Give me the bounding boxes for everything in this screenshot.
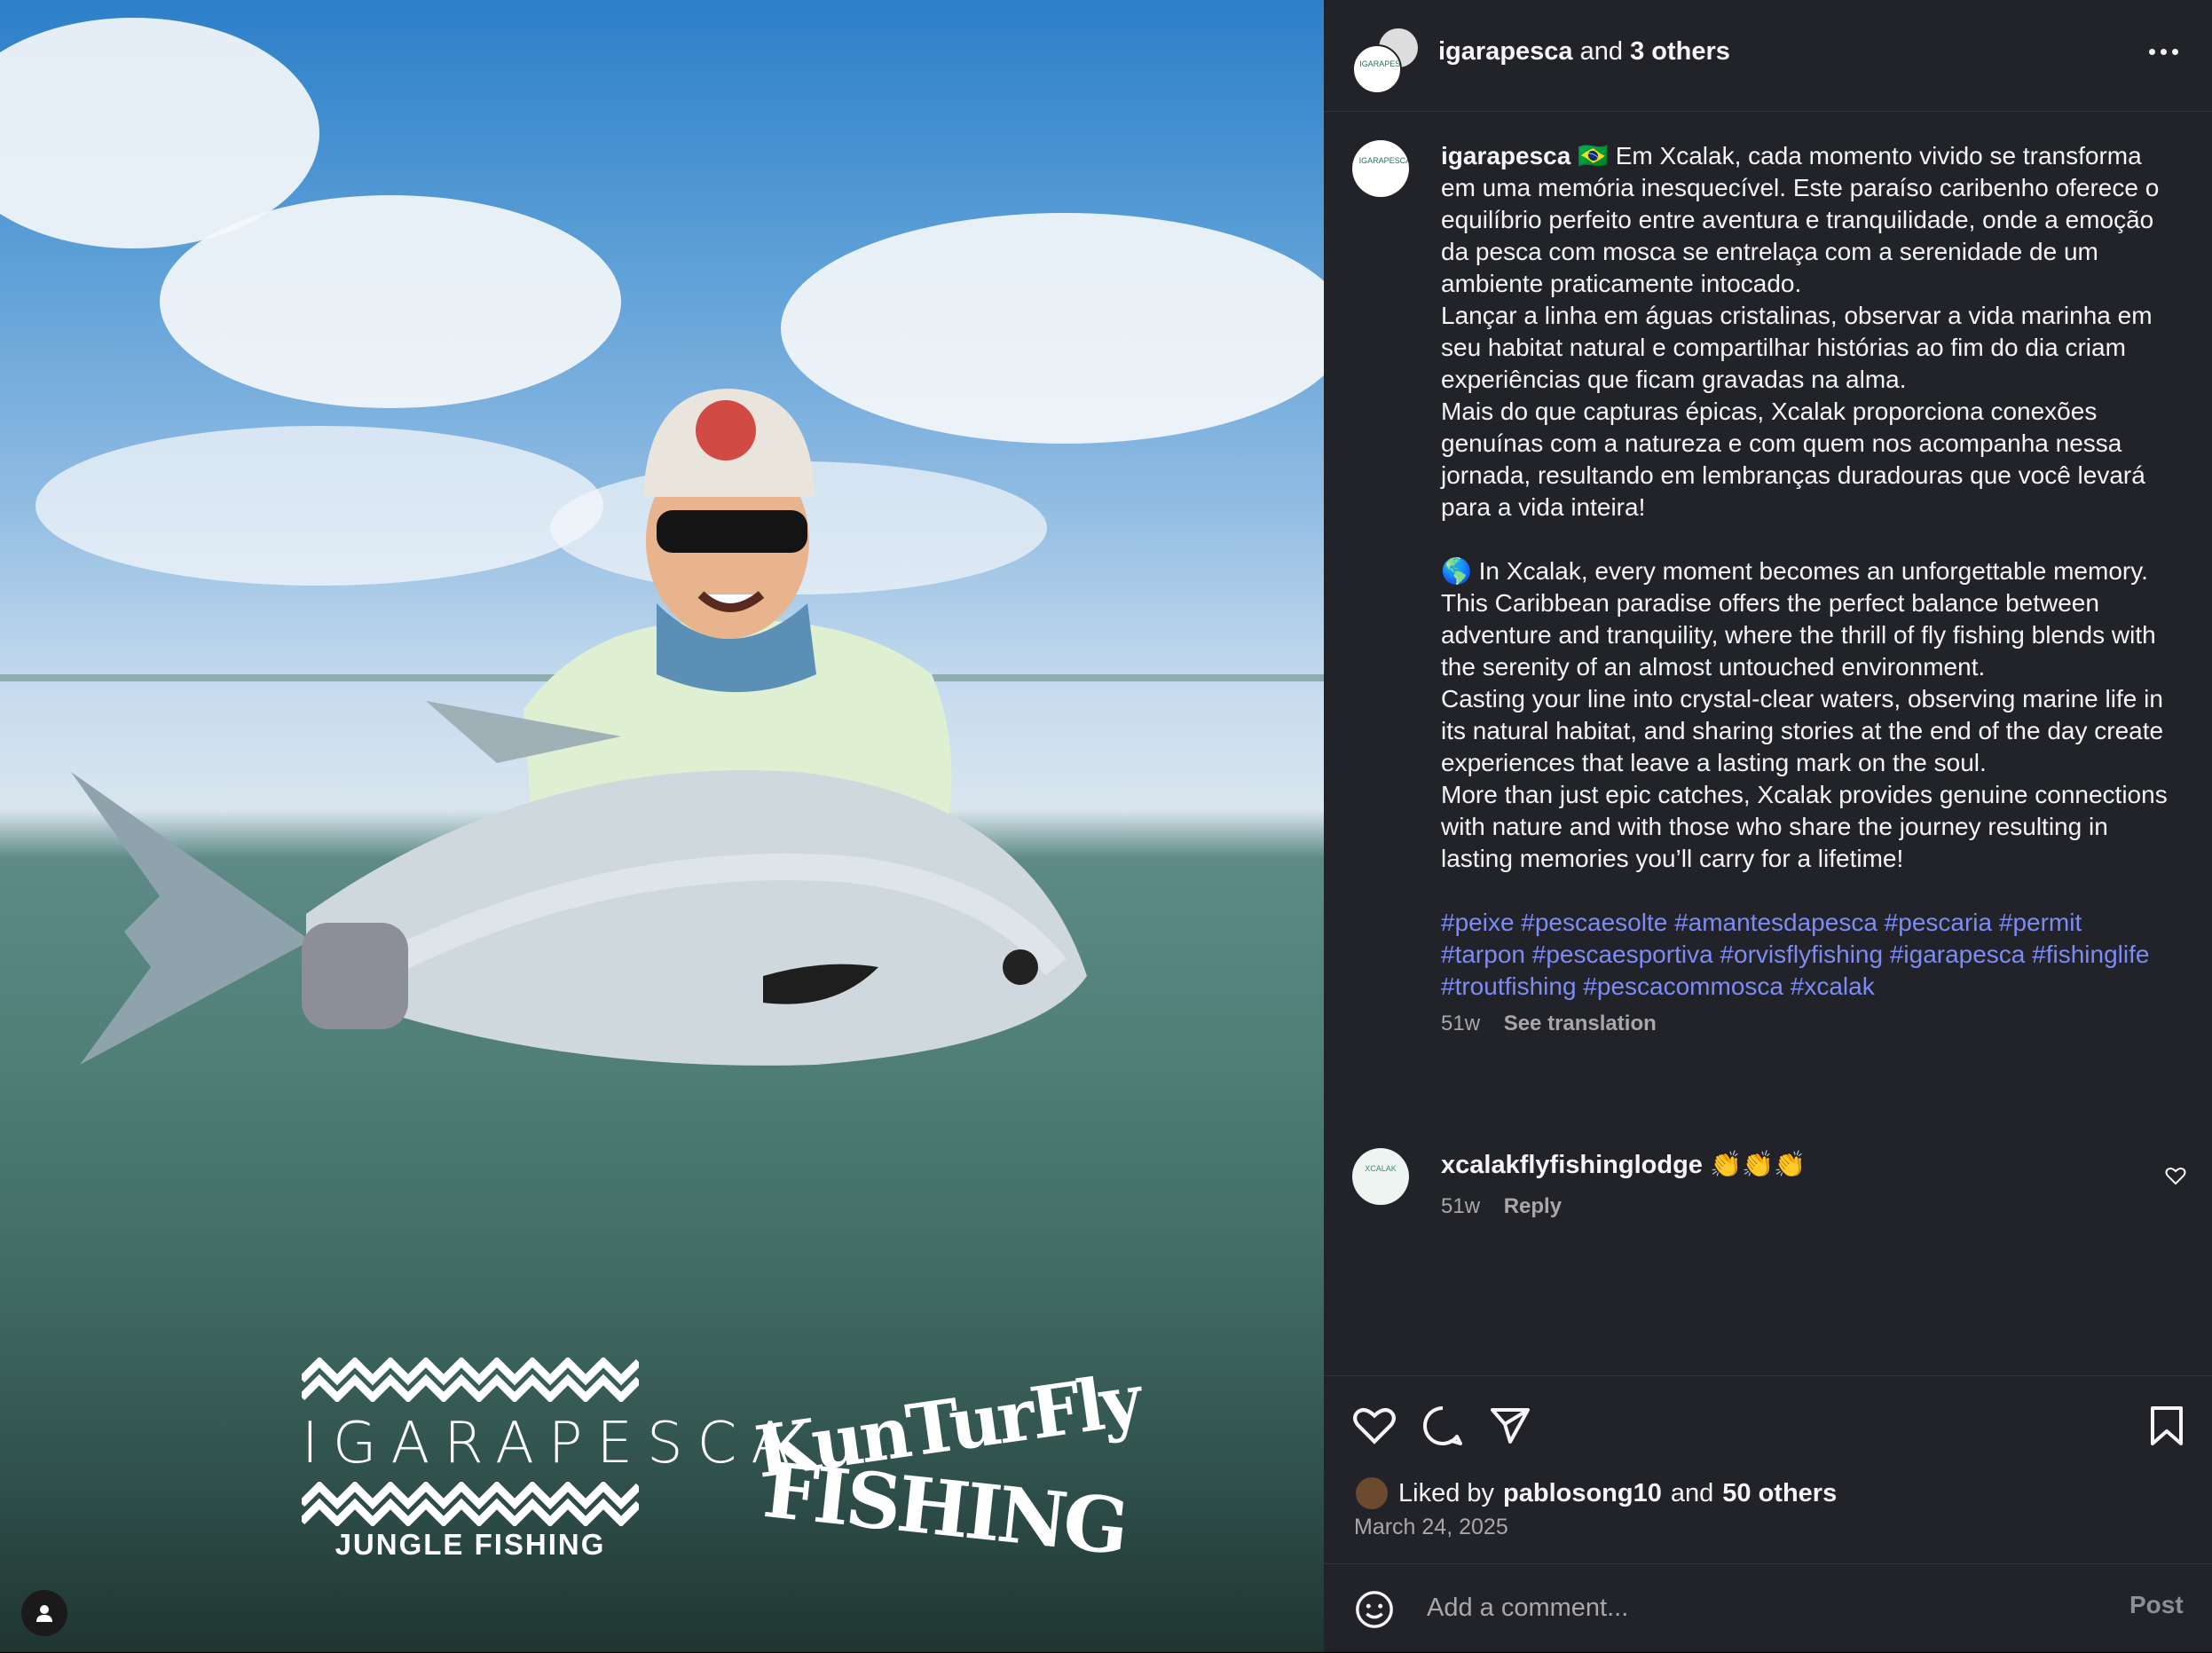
bookmark-icon[interactable]	[2149, 1405, 2184, 1447]
comment-body: xcalakflyfishinglodge 👏👏👏	[1441, 1150, 1806, 1180]
zigzag-decoration	[302, 1482, 639, 1526]
avatar-text: IGARAPESCA	[1358, 156, 1409, 166]
liked-by-username[interactable]: pablosong10	[1503, 1479, 1662, 1508]
caption-paragraph: Mais do que capturas épicas, Xcalak prop…	[1441, 398, 2145, 521]
coauthors-count[interactable]: 3 others	[1630, 37, 1730, 66]
share-icon[interactable]	[1489, 1405, 1531, 1447]
caption-paragraph: More than just epic catches, Xcalak prov…	[1441, 781, 2168, 872]
more-icon[interactable]	[2149, 41, 2184, 62]
caption-hashtags[interactable]: #peixe #pescaesolte #amantesdapesca #pes…	[1441, 907, 2169, 1003]
avatar-text: XCALAK	[1365, 1164, 1397, 1174]
comment-age: 51w	[1441, 1194, 1481, 1218]
reply-button[interactable]: Reply	[1504, 1194, 1562, 1218]
author-avatar[interactable]: IGARAPESCA	[1352, 44, 1402, 94]
comment-like-heart-icon[interactable]	[2165, 1166, 2186, 1185]
post-header: IGARAPESCA igarapesca and 3 others	[1324, 0, 2212, 112]
post-details-panel: IGARAPESCA igarapesca and 3 others IGARA…	[1324, 0, 2212, 1652]
caption-paragraph: igarapesca 🇧🇷 Em Xcalak, cada momento vi…	[1441, 140, 2169, 300]
zigzag-decoration	[302, 1358, 639, 1402]
likes-prefix: Liked by	[1398, 1478, 1495, 1507]
igarapesca-logo: IGARAPESCA JUNGLE FISHING	[302, 1358, 805, 1566]
commenter-username[interactable]: xcalakflyfishinglodge	[1441, 1151, 1703, 1179]
caption-paragraph: 🌎 In Xcalak, every moment becomes an unf…	[1441, 557, 2156, 681]
post-authors[interactable]: igarapesca and 3 others	[1438, 37, 1730, 67]
caption-author-avatar[interactable]: IGARAPESCA	[1352, 140, 1409, 197]
post-media[interactable]: IGARAPESCA JUNGLE FISHING KunTurFly FISH…	[0, 0, 1324, 1652]
see-translation-button[interactable]: See translation	[1504, 1011, 1657, 1035]
caption-paragraph: Casting your line into crystal-clear wat…	[1441, 685, 2164, 776]
heart-icon[interactable]	[1352, 1405, 1397, 1445]
post-caption: igarapesca 🇧🇷 Em Xcalak, cada momento vi…	[1441, 140, 2169, 1040]
add-comment-bar: Post	[1324, 1563, 2212, 1653]
liker-avatar	[1354, 1476, 1389, 1511]
igarapesca-logo-subtitle: JUNGLE FISHING	[335, 1528, 606, 1561]
kuntur-fly-fishing-logo: KunTurFly FISHING	[745, 1349, 1144, 1572]
user-tag-icon[interactable]	[21, 1590, 67, 1636]
emoji-icon[interactable]	[1354, 1589, 1395, 1630]
caption-meta: 51w See translation	[1441, 1008, 2169, 1040]
likes-summary[interactable]: Liked by pablosong10 and 50 others	[1354, 1476, 1837, 1511]
post-date[interactable]: March 24, 2025	[1354, 1515, 1508, 1540]
caption-paragraph: Lançar a linha em águas cristalinas, obs…	[1441, 302, 2153, 393]
author-username[interactable]: igarapesca	[1438, 37, 1573, 66]
likes-conjunction: and	[1670, 1478, 1714, 1507]
comment-input[interactable]	[1425, 1587, 2050, 1628]
avatar-text: IGARAPESCA	[1359, 59, 1401, 68]
comment-item: XCALAK xcalakflyfishinglodge 👏👏👏 51w Rep…	[1324, 1145, 2212, 1233]
coauthors-conjunction: and	[1579, 37, 1623, 66]
person-icon	[36, 1605, 52, 1622]
comment-text: 👏👏👏	[1709, 1151, 1807, 1179]
igarapesca-logo-word: IGARAPESCA	[302, 1411, 805, 1476]
caption-username[interactable]: igarapesca	[1441, 142, 1570, 169]
post-comment-button[interactable]: Post	[2129, 1591, 2184, 1619]
post-age[interactable]: 51w	[1441, 1011, 1480, 1035]
commenter-avatar[interactable]: XCALAK	[1352, 1148, 1409, 1205]
likes-others-count[interactable]: 50 others	[1722, 1479, 1837, 1508]
comment-icon[interactable]	[1421, 1405, 1464, 1447]
comment-meta: 51w Reply	[1441, 1194, 1562, 1219]
